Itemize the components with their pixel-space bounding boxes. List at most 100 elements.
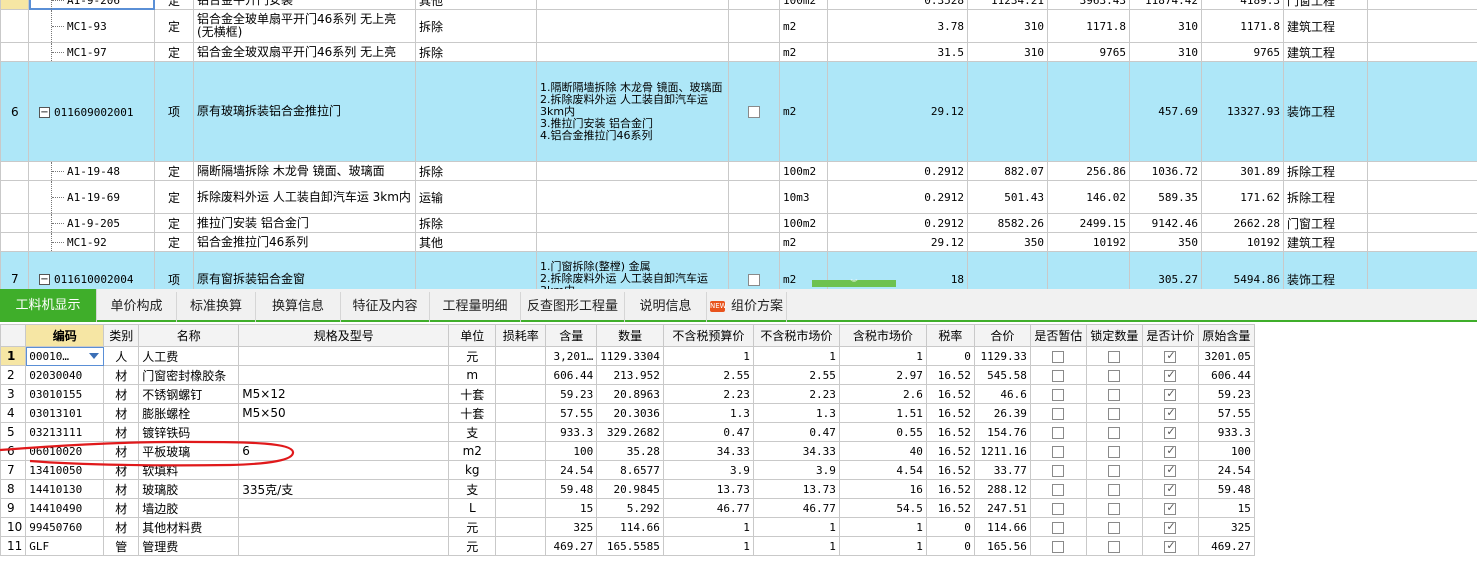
material-row[interactable]: 9 14410490 材墙边胶 L 15 5.292 46.77 46.77 54.5 16.52… [0,498,1255,518]
quota-row[interactable]: A1-19-48 定隔断隔墙拆除 木龙骨 镜面、玻璃面 拆除 100m2 0.2912 8… [0,161,1477,181]
material-row[interactable]: 4 03013101 材膨胀螺栓 M5×50 十套 57.55 20.3036 1.3 1.3 1… [0,403,1255,423]
item-checkbox[interactable] [728,61,780,162]
cell-total[interactable]: 288.12 [973,479,1031,499]
cell-name[interactable]: 镀锌铁码 [138,422,240,442]
cell-p1[interactable]: 2.23 [662,384,754,404]
checkbox-icon[interactable] [748,106,760,118]
cell-code[interactable]: 06010020 [25,441,105,461]
item-code[interactable]: −011609002001 [28,61,155,162]
item-cost-2[interactable]: 2499.15 [1047,213,1130,233]
tab-5[interactable]: 特征及内容 [341,292,430,322]
column-header[interactable]: 原始含量 [1197,324,1255,347]
cell-qty[interactable]: 329.2682 [596,422,664,442]
cell-est[interactable] [1029,517,1087,537]
cell-qty[interactable]: 20.9845 [596,479,664,499]
cell-p3[interactable]: 4.54 [838,460,927,480]
item-feature[interactable] [536,213,729,233]
item-cost-4[interactable]: 4189.3 [1201,0,1284,10]
cell-total[interactable]: 545.58 [973,365,1031,385]
item-cost-1[interactable]: 882.07 [967,161,1048,181]
cell-p3[interactable]: 1 [838,346,927,366]
dropdown-arrow-icon[interactable] [89,353,100,359]
checkbox-icon[interactable] [1052,426,1065,439]
item-remark[interactable]: 拆除 [415,161,537,181]
cell-total[interactable]: 154.76 [973,422,1031,442]
item-feature[interactable]: 1.隔断隔墙拆除 木龙骨 镜面、玻璃面 2.拆除废料外运 人工装自卸汽车运 3k… [536,61,729,162]
item-cost-2[interactable]: 9765 [1047,42,1130,62]
item-category[interactable]: 建筑工程 [1283,9,1368,43]
cell-content[interactable]: 3,201… [545,346,598,366]
cell-lock[interactable] [1085,441,1143,461]
item-type[interactable]: 定 [154,213,194,233]
cell-tax[interactable]: 0 [925,517,975,537]
cell-tax[interactable]: 16.52 [925,384,975,404]
item-remark[interactable]: 其他 [415,232,537,252]
column-header[interactable]: 税率 [925,324,975,347]
cell-qty[interactable]: 20.3036 [596,403,664,423]
cell-cat[interactable]: 材 [103,384,140,404]
item-checkbox[interactable] [728,232,780,252]
cell-spec[interactable]: M5×12 [238,384,450,404]
item-extra[interactable] [1367,232,1477,252]
column-header[interactable]: 不含税预算价 [662,324,754,347]
cell-content[interactable]: 57.55 [545,403,598,423]
quota-list-grid[interactable]: A1-9-206···定铝合金平开门安装其他100m20.352811234.2… [0,0,1477,307]
item-category[interactable]: 装饰工程 [1283,61,1368,162]
cell-total[interactable]: 46.6 [973,384,1031,404]
cell-unit[interactable]: 元 [448,346,497,366]
row-number[interactable]: 2 [0,365,27,385]
cell-unit[interactable]: L [448,498,497,518]
checkbox-icon[interactable] [1164,368,1177,382]
cell-qty[interactable]: 114.66 [596,517,664,537]
item-cost-3[interactable]: 11874.42 [1129,0,1202,10]
row-number[interactable]: 10 [0,517,27,537]
item-extra[interactable] [1367,9,1477,43]
cell-qty[interactable]: 20.8963 [596,384,664,404]
row-number[interactable] [0,180,29,214]
cell-orig[interactable]: 325 [1197,517,1255,537]
cell-priced[interactable] [1141,365,1199,385]
item-extra[interactable] [1367,0,1477,10]
tab-6[interactable]: 工程量明细 [430,292,521,322]
cell-code[interactable]: 99450760 [25,517,105,537]
item-cost-3[interactable]: 457.69 [1129,61,1202,162]
item-type[interactable]: 定 [154,232,194,252]
cell-est[interactable] [1029,346,1087,366]
item-remark[interactable]: 拆除 [415,9,537,43]
cell-spec[interactable] [238,517,450,537]
cell-cat[interactable]: 材 [103,479,140,499]
item-cost-4[interactable]: 2662.28 [1201,213,1284,233]
item-extra[interactable] [1367,180,1477,214]
item-quantity[interactable]: 0.2912 [827,213,968,233]
cell-tax[interactable]: 16.52 [925,365,975,385]
item-cost-1[interactable]: 310 [967,9,1048,43]
cell-orig[interactable]: 15 [1197,498,1255,518]
item-category[interactable]: 拆除工程 [1283,161,1368,181]
item-code[interactable]: A1-19-48 [28,161,155,181]
material-row[interactable]: 6 06010020 材平板玻璃 6 m2 100 35.28 34.33 34.33 40 16.… [0,441,1255,461]
cell-spec[interactable] [238,498,450,518]
cell-p2[interactable]: 0.47 [752,422,840,442]
column-header[interactable]: 名称 [138,324,240,347]
cell-orig[interactable]: 59.23 [1197,384,1255,404]
cell-p3[interactable]: 1 [838,517,927,537]
cell-p2[interactable]: 1 [752,536,840,556]
tab-3[interactable]: 标准换算 [177,292,256,322]
cell-cat[interactable]: 管 [103,536,140,556]
item-quantity[interactable]: 3.78 [827,9,968,43]
cell-cat[interactable]: 材 [103,403,140,423]
item-unit[interactable]: m2 [779,42,828,62]
item-cost-3[interactable]: 9142.46 [1129,213,1202,233]
cell-unit[interactable]: 元 [448,536,497,556]
cell-code[interactable]: 14410490 [25,498,105,518]
cell-lock[interactable] [1085,384,1143,404]
item-cost-4[interactable]: 171.62 [1201,180,1284,214]
collapse-toggle-icon[interactable]: − [39,106,50,118]
cell-content[interactable]: 24.54 [545,460,598,480]
cell-p3[interactable]: 16 [838,479,927,499]
cell-p1[interactable]: 0.47 [662,422,754,442]
cell-loss[interactable] [495,403,547,423]
cell-unit[interactable]: kg [448,460,497,480]
cell-spec[interactable] [238,460,450,480]
cell-p2[interactable]: 1 [752,517,840,537]
